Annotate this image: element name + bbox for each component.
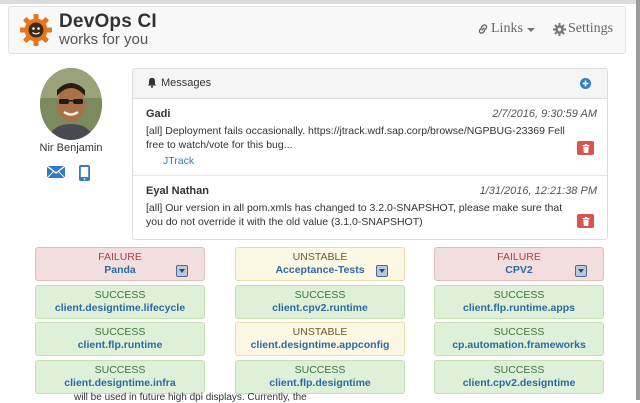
job-status: SUCCESS — [493, 289, 545, 301]
gear-icon — [553, 22, 566, 36]
job-status: UNSTABLE — [292, 326, 348, 338]
job-status: UNSTABLE — [292, 251, 348, 263]
chevron-down-icon — [526, 28, 535, 32]
job-tile[interactable]: SUCCESS client.flp.designtime — [235, 360, 405, 394]
trash-icon — [582, 216, 589, 226]
trash-icon — [582, 143, 589, 153]
window-right-border — [636, 0, 640, 400]
delete-message-button[interactable] — [577, 141, 594, 155]
job-tile[interactable]: SUCCESS client.flp.runtime.apps — [434, 285, 604, 319]
message-date: 2/7/2016, 9:30:59 AM — [492, 108, 597, 120]
message-link[interactable]: JTrack — [163, 155, 194, 167]
envelope-icon[interactable] — [46, 164, 66, 180]
job-name: cp.automation.frameworks — [452, 339, 586, 351]
brand-title[interactable]: DevOps CI — [59, 11, 157, 33]
avatar-photo — [40, 68, 102, 140]
links-label: Links — [491, 21, 523, 36]
message-item: Gadi 2/7/2016, 9:30:59 AM [all] Deployme… — [133, 99, 607, 176]
message-author: Eyal Nathan — [146, 185, 209, 197]
job-tile-acceptance-tests[interactable]: UNSTABLE Acceptance-Tests — [235, 247, 405, 281]
expand-icon[interactable] — [376, 265, 388, 277]
navbar: DevOps CI works for you Links Settings — [8, 6, 626, 54]
job-status: SUCCESS — [493, 364, 545, 376]
delete-message-button[interactable] — [577, 214, 594, 228]
profile-contact-icons — [46, 164, 91, 182]
settings-link[interactable]: Settings — [553, 21, 613, 37]
footer-text: will be used in future high dpi displays… — [74, 392, 307, 403]
job-name: client.designtime.appconfig — [250, 339, 390, 351]
message-text: [all] Deployment fails occasionally. htt… — [146, 125, 565, 151]
bell-icon — [147, 77, 157, 88]
job-status: SUCCESS — [493, 326, 545, 338]
job-status: SUCCESS — [94, 326, 146, 338]
job-tile[interactable]: SUCCESS client.designtime.lifecycle — [35, 285, 205, 319]
messages-panel-header: Messages — [133, 69, 607, 99]
avatar[interactable] — [40, 68, 102, 140]
job-tile[interactable]: SUCCESS client.designtime.infra — [35, 360, 205, 394]
job-name: client.designtime.lifecycle — [54, 302, 186, 314]
message-text: [all] Our version in all pom.xmls has ch… — [146, 202, 563, 228]
profile-name: Nir Benjamin — [39, 142, 103, 154]
links-dropdown[interactable]: Links — [477, 21, 535, 37]
job-tile[interactable]: SUCCESS client.flp.runtime — [35, 322, 205, 356]
message-item: Eyal Nathan 1/31/2016, 12:21:38 PM [all]… — [133, 176, 607, 238]
message-author: Gadi — [146, 108, 171, 120]
job-status: FAILURE — [497, 251, 541, 263]
job-name: client.cpv2.runtime — [272, 302, 368, 314]
message-date: 1/31/2016, 12:21:38 PM — [479, 185, 597, 197]
job-tile[interactable]: SUCCESS client.cpv2.designtime — [434, 360, 604, 394]
messages-panel: Messages Gadi 2/7/2016, 9:30:59 AM [all]… — [132, 68, 608, 240]
expand-icon[interactable] — [575, 265, 587, 277]
window-top-border — [0, 0, 640, 4]
job-name: client.flp.runtime — [77, 339, 163, 351]
job-status: SUCCESS — [94, 364, 146, 376]
job-status: FAILURE — [98, 251, 142, 263]
mobile-phone-icon[interactable] — [78, 164, 91, 182]
job-tile-cpv2[interactable]: FAILURE CPV2 — [434, 247, 604, 281]
job-name: client.flp.designtime — [269, 377, 371, 389]
job-tile[interactable]: UNSTABLE client.designtime.appconfig — [235, 322, 405, 356]
job-tile-panda[interactable]: FAILURE Panda — [35, 247, 205, 281]
messages-title: Messages — [161, 77, 212, 89]
gear-logo-icon — [20, 14, 52, 46]
settings-label: Settings — [568, 21, 614, 36]
expand-icon[interactable] — [176, 265, 188, 277]
job-status: SUCCESS — [294, 364, 346, 376]
add-message-icon[interactable] — [580, 78, 591, 89]
link-icon — [478, 24, 488, 34]
brand-subtitle: works for you — [59, 31, 149, 48]
job-status: SUCCESS — [94, 289, 146, 301]
job-tile[interactable]: SUCCESS cp.automation.frameworks — [434, 322, 604, 356]
job-status: SUCCESS — [294, 289, 346, 301]
job-name: client.cpv2.designtime — [462, 377, 576, 389]
job-name: client.designtime.infra — [64, 377, 176, 389]
job-name: client.flp.runtime.apps — [462, 302, 575, 314]
job-tile[interactable]: SUCCESS client.cpv2.runtime — [235, 285, 405, 319]
